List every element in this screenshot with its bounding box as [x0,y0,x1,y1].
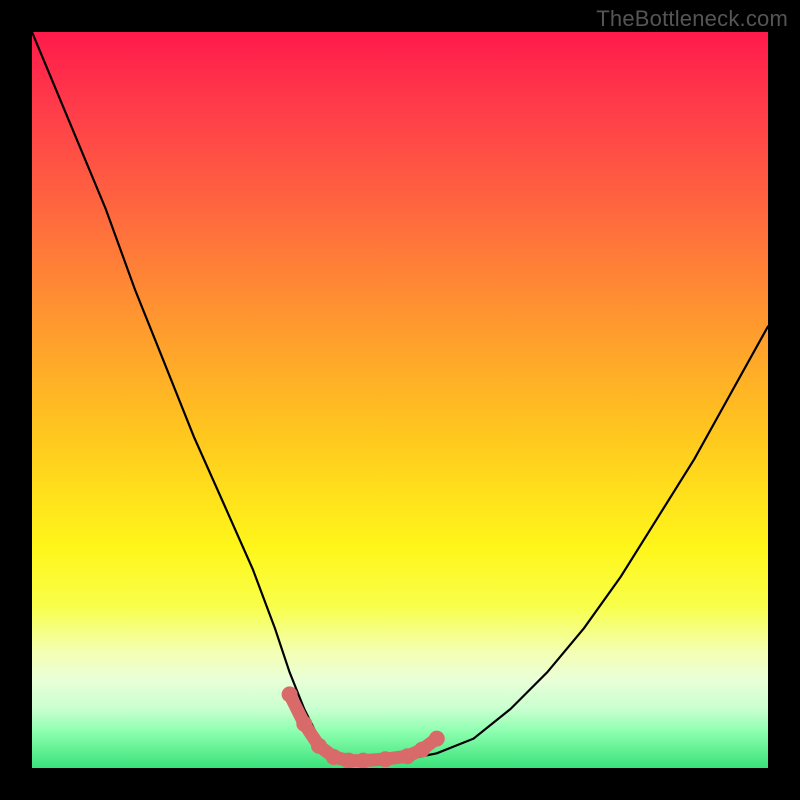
highlight-dot [429,731,445,747]
highlight-dot [282,686,298,702]
highlight-dot [414,742,430,758]
highlight-dot [355,753,371,768]
watermark-label: TheBottleneck.com [596,6,788,32]
plot-area [32,32,768,768]
highlight-dot [296,716,312,732]
highlight-dot [341,753,357,768]
curve-layer [32,32,768,768]
bottleneck-curve [32,32,768,761]
highlight-dot [377,751,393,767]
highlight-dot [326,749,342,765]
chart-frame: TheBottleneck.com [0,0,800,800]
highlighted-minimum-dots [282,686,445,768]
highlight-dot [399,748,415,764]
highlight-dot [311,738,327,754]
